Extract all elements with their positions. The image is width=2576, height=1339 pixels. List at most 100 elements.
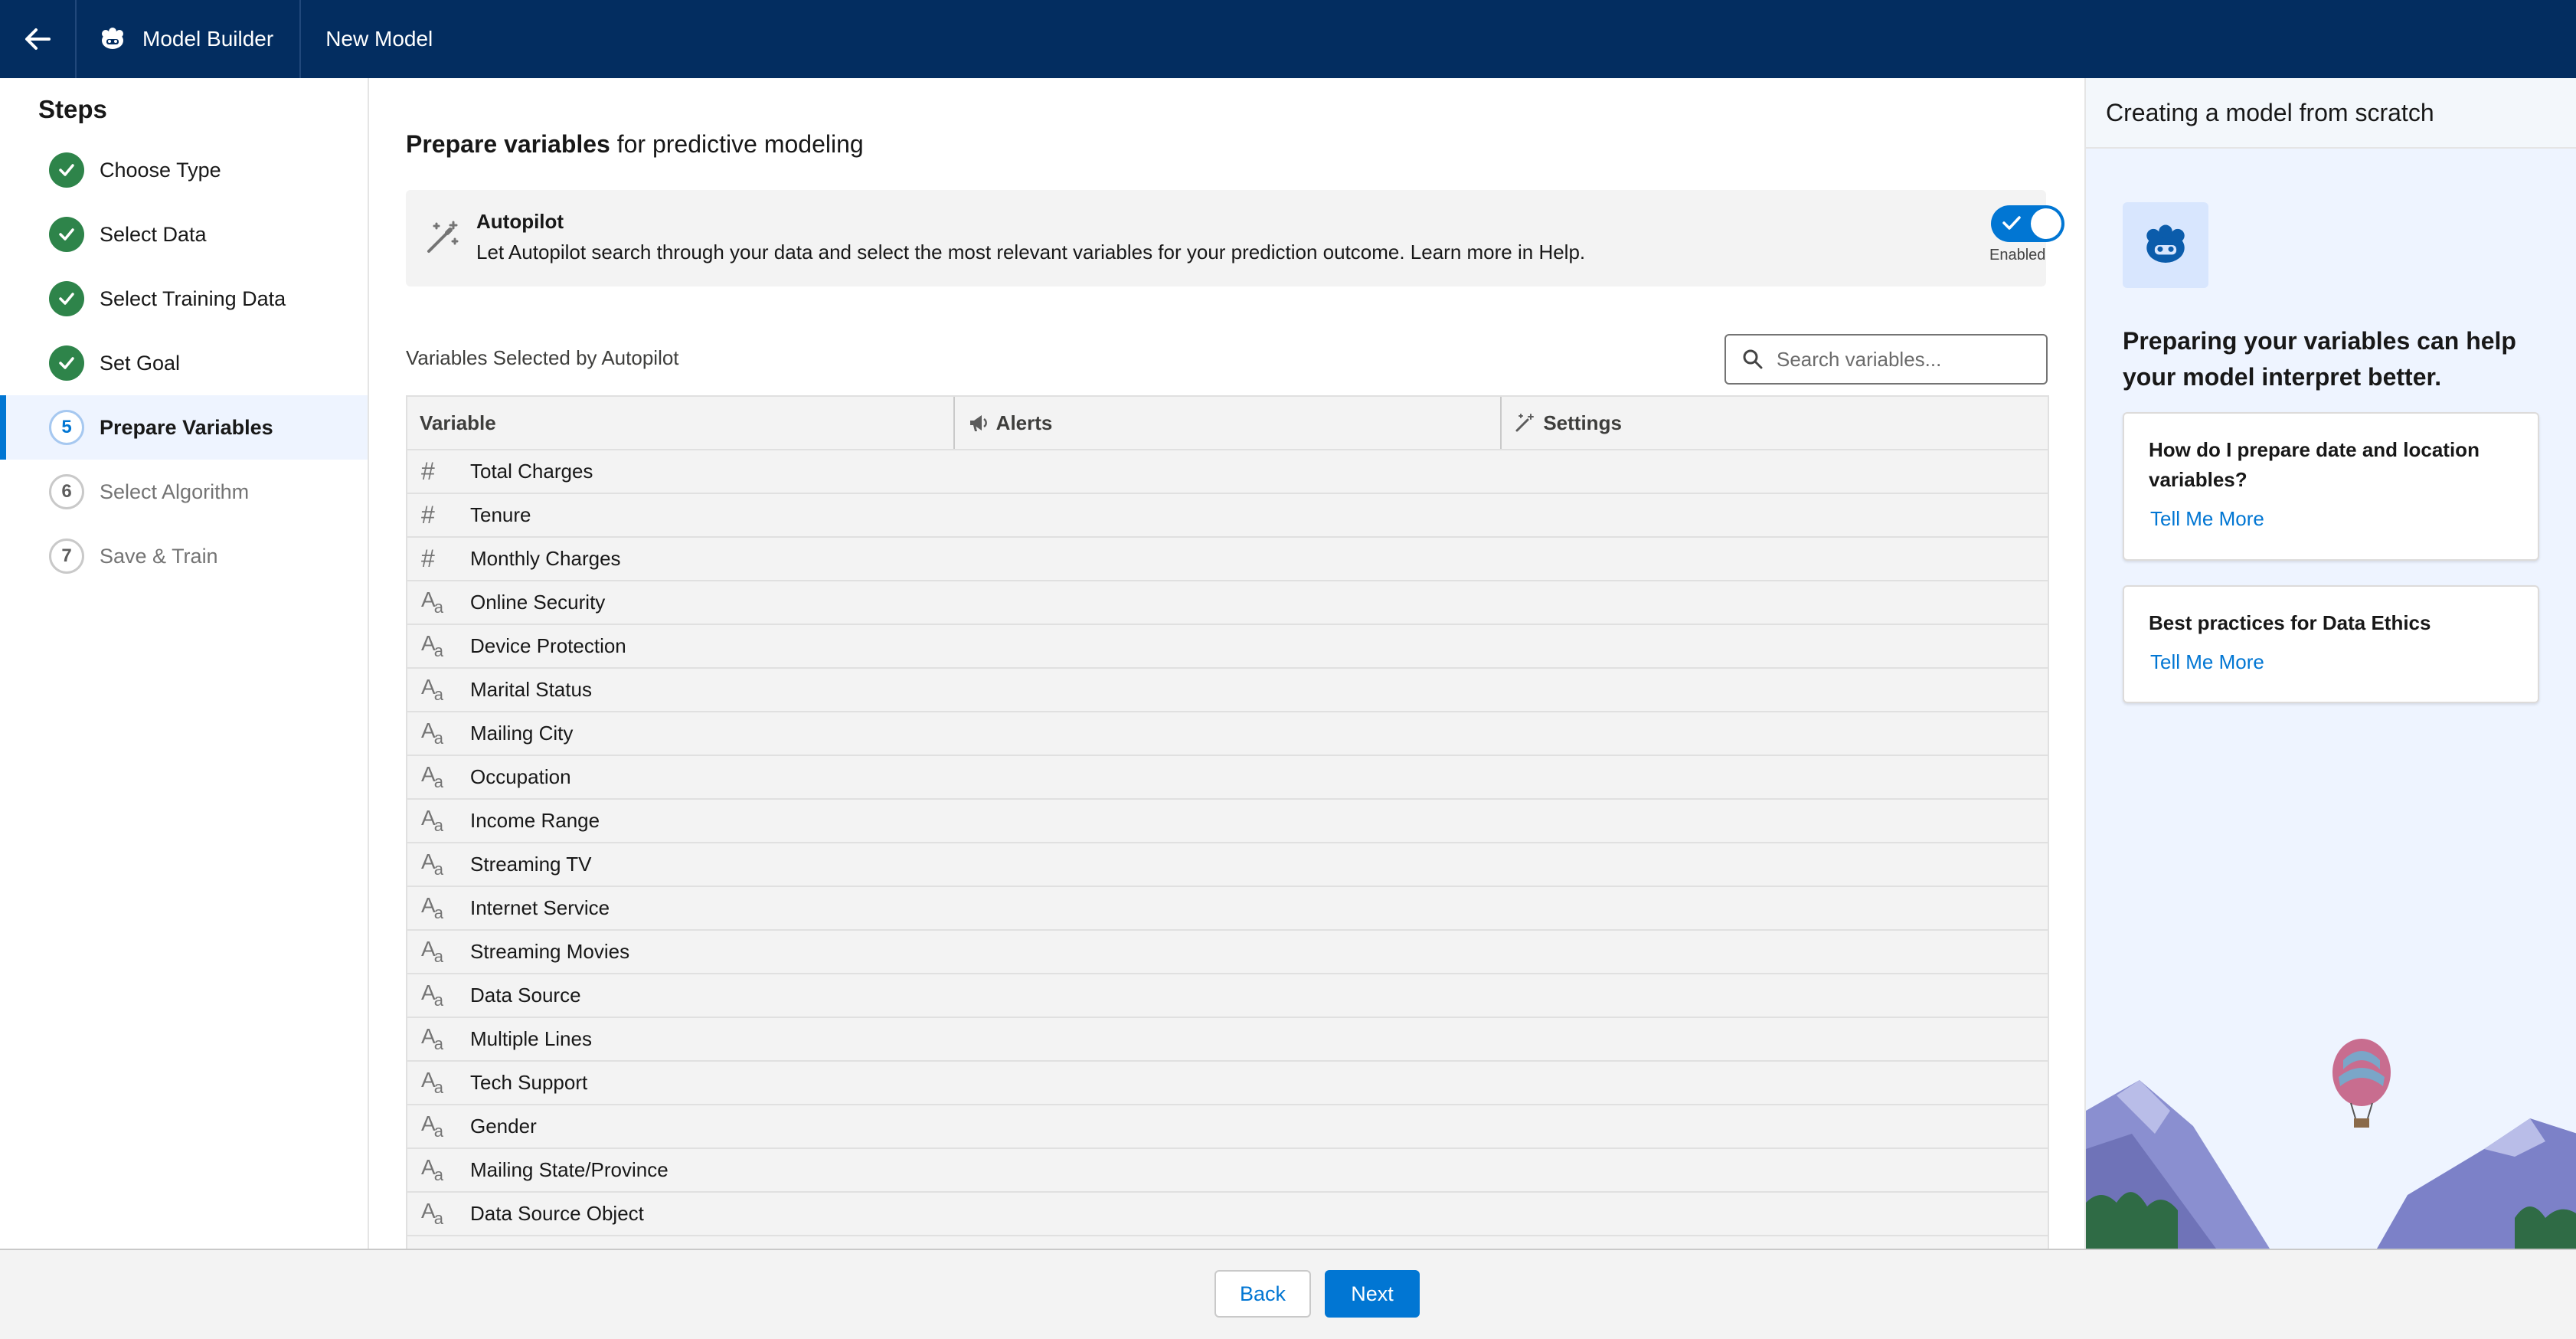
help-panel: Creating a model from scratch Preparing … [2084,78,2576,1249]
text-type-icon: Aa [421,1111,443,1141]
column-label: Variable [420,411,496,434]
step-label: Select Algorithm [100,480,250,503]
table-row[interactable]: Aa Mailing City [407,712,2048,756]
table-row[interactable]: Aa Marital Status [407,669,2048,712]
arrow-left-icon [25,28,51,50]
step-label: Select Training Data [100,286,286,310]
text-type-icon: Aa [421,981,443,1010]
variable-name: Gender [470,1115,537,1138]
variables-section-label: Variables Selected by Autopilot [406,346,679,369]
autopilot-toggle[interactable] [1991,205,2064,242]
variable-name: Multiple Lines [470,1027,592,1050]
tab-new-model[interactable]: New Model [301,0,457,78]
app-switcher[interactable]: Model Builder [77,0,302,78]
table-row[interactable]: Aa Multiple Lines [407,1018,2048,1062]
table-row[interactable]: Aa Tech Support [407,1062,2048,1105]
table-header: Variable Alerts Settings [407,397,2048,450]
check-icon [2002,216,2021,230]
variable-name: Data Source [470,984,581,1007]
table-row[interactable]: Aa Device Protection [407,625,2048,669]
table-row[interactable]: # Monthly Charges [407,538,2048,581]
variable-name: Internet Service [470,896,610,919]
next-button[interactable]: Next [1325,1270,1420,1318]
hot-air-balloon-icon [2332,1039,2391,1128]
search-icon [1743,349,1763,369]
number-type-icon: # [421,501,435,529]
step-label: Choose Type [100,158,221,182]
step-prepare-variables[interactable]: 5 Prepare Variables [0,395,368,460]
magic-wand-icon [427,221,459,253]
text-type-icon: Aa [421,937,443,966]
table-row[interactable]: Aa Occupation [407,756,2048,800]
einstein-icon [2146,224,2185,263]
variable-name: Occupation [470,765,571,788]
einstein-icon [102,28,123,49]
autopilot-description: Let Autopilot search through your data a… [476,241,1586,264]
toggle-knob [2031,208,2061,239]
text-type-icon: Aa [421,850,443,879]
number-type-icon: # [421,457,435,485]
main-content: Prepare variables for predictive modelin… [369,78,2083,1249]
tell-me-more-link[interactable]: Tell Me More [2150,507,2538,531]
table-row[interactable]: Aa Internet Service [407,887,2048,931]
app-name: Model Builder [142,27,274,51]
table-row[interactable]: # Total Charges [407,450,2048,494]
text-type-icon: Aa [421,1068,443,1097]
variable-name: Mailing State/Province [470,1158,669,1181]
page-title-bold: Prepare variables [406,130,610,158]
text-type-icon: Aa [421,893,443,922]
step-save-train[interactable]: 7 Save & Train [0,524,368,588]
tell-me-more-link[interactable]: Tell Me More [2150,650,2538,674]
search-variables-field[interactable] [1724,334,2048,385]
mountain-balloon-illustration [2086,1039,2576,1249]
table-row[interactable] [407,1236,2048,1249]
search-input[interactable] [1775,346,2023,372]
column-header-alerts[interactable]: Alerts [955,397,1502,449]
tab-label: New Model [325,27,433,51]
help-heading: Preparing your variables can help your m… [2123,327,2516,391]
back-button[interactable]: Back [1214,1270,1311,1318]
table-row[interactable]: Aa Data Source [407,974,2048,1018]
table-row[interactable]: Aa Online Security [407,581,2048,625]
announcement-icon [969,415,987,431]
step-choose-type[interactable]: Choose Type [0,138,368,202]
footer-bar: Back Next [0,1249,2576,1339]
text-type-icon: Aa [421,675,443,704]
text-type-icon: Aa [421,588,443,617]
step-number: 7 [49,539,84,574]
table-row[interactable]: Aa Mailing State/Province [407,1149,2048,1193]
table-row[interactable]: # Tenure [407,494,2048,538]
variable-name: Tenure [470,503,531,526]
variable-name: Online Security [470,591,606,614]
table-row[interactable]: Aa Streaming Movies [407,931,2048,974]
step-select-algorithm[interactable]: 6 Select Algorithm [0,460,368,524]
text-type-icon: Aa [421,1199,443,1228]
einstein-avatar [2123,202,2208,288]
variable-name: Device Protection [470,634,626,657]
table-row[interactable]: Aa Gender [407,1105,2048,1149]
back-arrow-button[interactable] [0,0,77,78]
help-card-date-location: How do I prepare date and location varia… [2123,412,2539,561]
step-select-data[interactable]: Select Data [0,202,368,267]
text-type-icon: Aa [421,1155,443,1184]
table-row[interactable]: Aa Data Source Object [407,1193,2048,1236]
variable-name: Monthly Charges [470,547,621,570]
column-header-variable[interactable]: Variable [407,397,955,449]
toggle-status-label: Enabled [1989,247,2046,264]
page-title: Prepare variables for predictive modelin… [406,130,864,159]
step-select-training-data[interactable]: Select Training Data [0,267,368,331]
column-header-settings[interactable]: Settings [1502,397,2048,449]
variable-name: Streaming TV [470,853,592,876]
column-label: Settings [1543,411,1622,434]
variable-name: Tech Support [470,1071,588,1094]
number-type-icon: # [421,545,435,572]
variable-name: Mailing City [470,722,574,745]
step-set-goal[interactable]: Set Goal [0,331,368,395]
table-row[interactable]: Aa Income Range [407,800,2048,843]
step-label: Select Data [100,222,207,246]
autopilot-title: Autopilot [476,210,564,233]
check-icon [49,217,84,252]
help-card-question: Best practices for Data Ethics [2149,611,2431,634]
check-icon [49,152,84,188]
table-row[interactable]: Aa Streaming TV [407,843,2048,887]
